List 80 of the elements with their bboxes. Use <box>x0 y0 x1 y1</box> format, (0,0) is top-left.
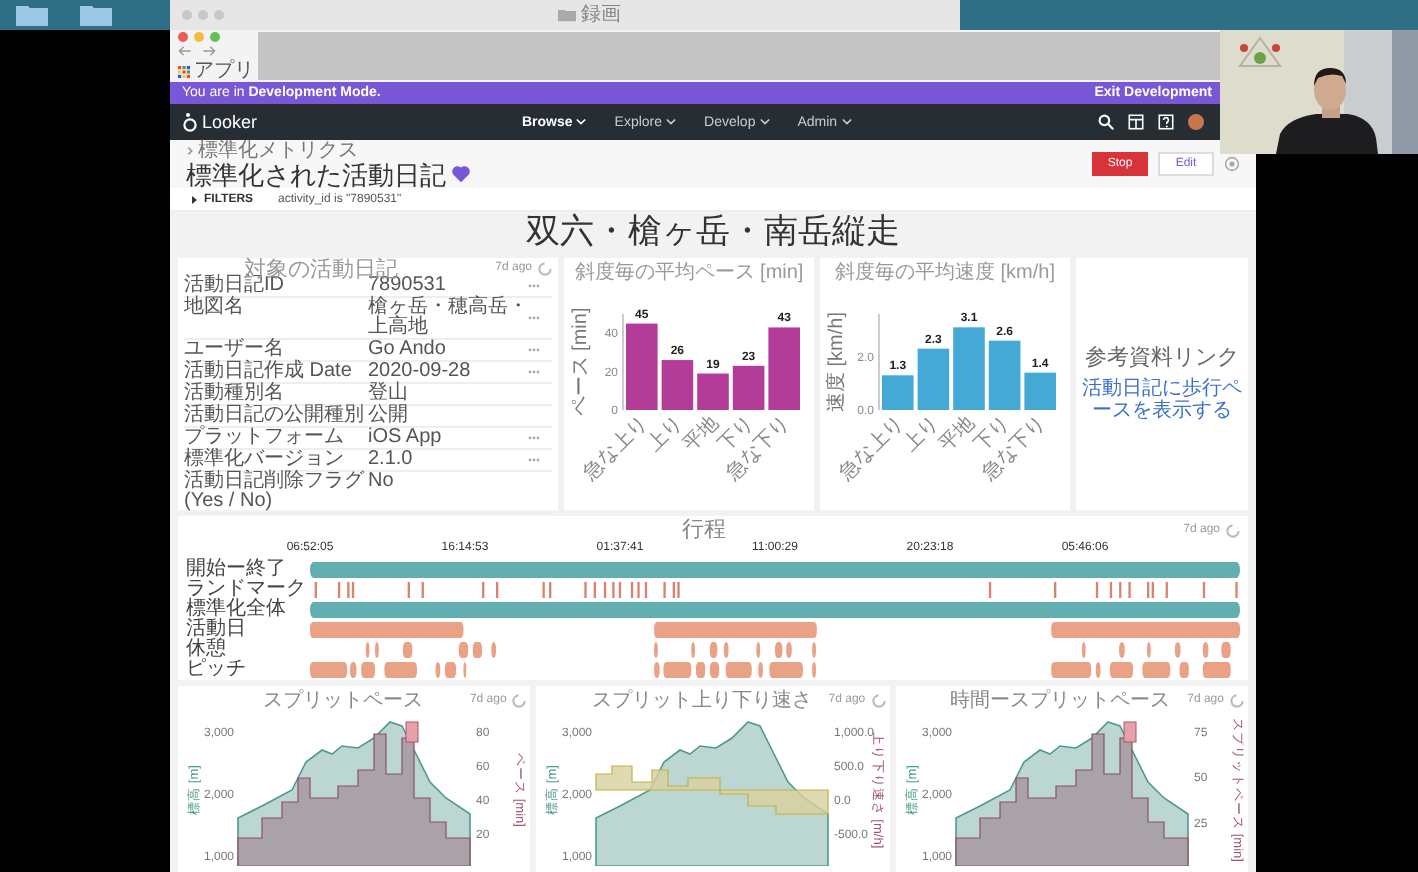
window-title: 録画 <box>581 4 621 26</box>
minimize-window-button[interactable] <box>194 31 204 42</box>
chart-title: 斜度毎の平均速度 [km/h] <box>834 262 1055 286</box>
avatar-icon[interactable] <box>1188 114 1204 130</box>
row-label: 標準化全体 <box>186 600 288 620</box>
category-label: 急な上り <box>835 412 909 485</box>
axis-title: ペース [min] <box>570 307 592 417</box>
table-cell: 槍ヶ岳・穂高岳・上高地 <box>368 298 528 338</box>
bar <box>732 365 765 410</box>
layout-icon[interactable] <box>1128 114 1144 130</box>
table-cell-text: 登山 <box>368 384 410 404</box>
tile-title: スプリットペース <box>262 689 423 714</box>
tile-title: 行程 <box>682 518 726 542</box>
table-cell-text: Go Ando <box>368 340 448 360</box>
dashboard-heading: 双六・槍ヶ岳・南岳縦走 <box>526 212 900 252</box>
tile-title: スプリット上り下り速さ <box>591 689 812 714</box>
y-axis-line <box>622 313 624 411</box>
loading-icon <box>1229 694 1244 709</box>
table-cell-text: 公開 <box>368 406 410 426</box>
row-label: 活動日 <box>186 620 248 640</box>
folder-icon <box>557 8 575 22</box>
caret-icon <box>841 118 852 126</box>
table-cell-text: iOS App <box>368 428 444 448</box>
chevron-icon <box>186 146 194 156</box>
category-label: 急な上り <box>579 412 653 485</box>
loading-icon <box>1226 523 1240 537</box>
logo-icon <box>182 112 198 132</box>
apps-grid-icon[interactable] <box>178 65 190 77</box>
back-arrow-icon[interactable] <box>178 44 192 59</box>
search-icon[interactable] <box>1098 114 1114 130</box>
caret-icon <box>759 118 770 126</box>
breadcrumb-link[interactable]: 標準化メトリクス <box>198 141 358 161</box>
caret-icon <box>576 118 587 126</box>
tile-title: 参考資料リンク <box>1085 346 1239 370</box>
maximize-window-button[interactable] <box>210 31 220 42</box>
table-cell-text: 2.1.0 <box>368 450 415 470</box>
row-label: 休憩 <box>186 640 228 660</box>
bar <box>768 327 800 410</box>
y-axis-line <box>878 313 880 411</box>
table-cell-text: 2020-09-28 <box>368 362 473 382</box>
row-label: 開始ー終了 <box>186 560 288 580</box>
bar <box>1024 372 1056 410</box>
forward-arrow-icon[interactable] <box>202 44 216 59</box>
close-window-button[interactable] <box>178 31 188 42</box>
loading-icon <box>512 694 527 709</box>
reference-link[interactable]: 活動日記に歩行ペースを表示する <box>1082 378 1242 422</box>
settings-icon[interactable] <box>1224 156 1240 172</box>
bar <box>882 375 914 410</box>
loading-icon <box>871 694 886 709</box>
folder-icon[interactable] <box>16 4 48 26</box>
table-cell-text: 活動種別名 <box>184 384 286 404</box>
bar <box>697 373 729 410</box>
row-label: ランドマーク <box>186 580 308 600</box>
bookmark-link[interactable]: アプリ <box>194 60 254 82</box>
bar <box>988 340 1021 410</box>
bar <box>626 323 658 410</box>
bar <box>917 348 950 410</box>
table-cell-text: ユーザー名 <box>184 340 284 360</box>
heart-icon[interactable] <box>452 166 470 182</box>
table-cell-text: 活動日記作成 Date <box>184 362 354 382</box>
folder-icon[interactable] <box>80 4 112 26</box>
table-cell-text: 7890531 <box>368 276 448 296</box>
bar <box>661 360 694 410</box>
table-cell-text: No <box>368 472 396 496</box>
table-cell-text: 活動日記ID <box>184 276 284 296</box>
caret-icon <box>190 195 198 203</box>
chart-title: 斜度毎の平均ペース [min] <box>574 262 804 286</box>
help-icon[interactable] <box>1158 114 1174 130</box>
row-label: ピッチ <box>186 660 248 680</box>
table-cell-text: 標準化バージョン <box>184 450 346 470</box>
table-cell-text: 活動日記削除フラグ (Yes / No) <box>184 472 366 512</box>
table-cell-text: 活動日記の公開種別 <box>184 406 366 426</box>
caret-icon <box>666 118 677 126</box>
tile-title: 時間ースプリットペース <box>950 689 1171 714</box>
logo-text: Looker <box>202 112 258 132</box>
table-cell-text: プラットフォーム <box>184 428 346 448</box>
loading-icon <box>538 262 552 276</box>
dashboard-name: 標準化された活動日記 <box>186 161 446 187</box>
bar <box>953 327 985 410</box>
table-cell-text: 地図名 <box>184 298 246 322</box>
